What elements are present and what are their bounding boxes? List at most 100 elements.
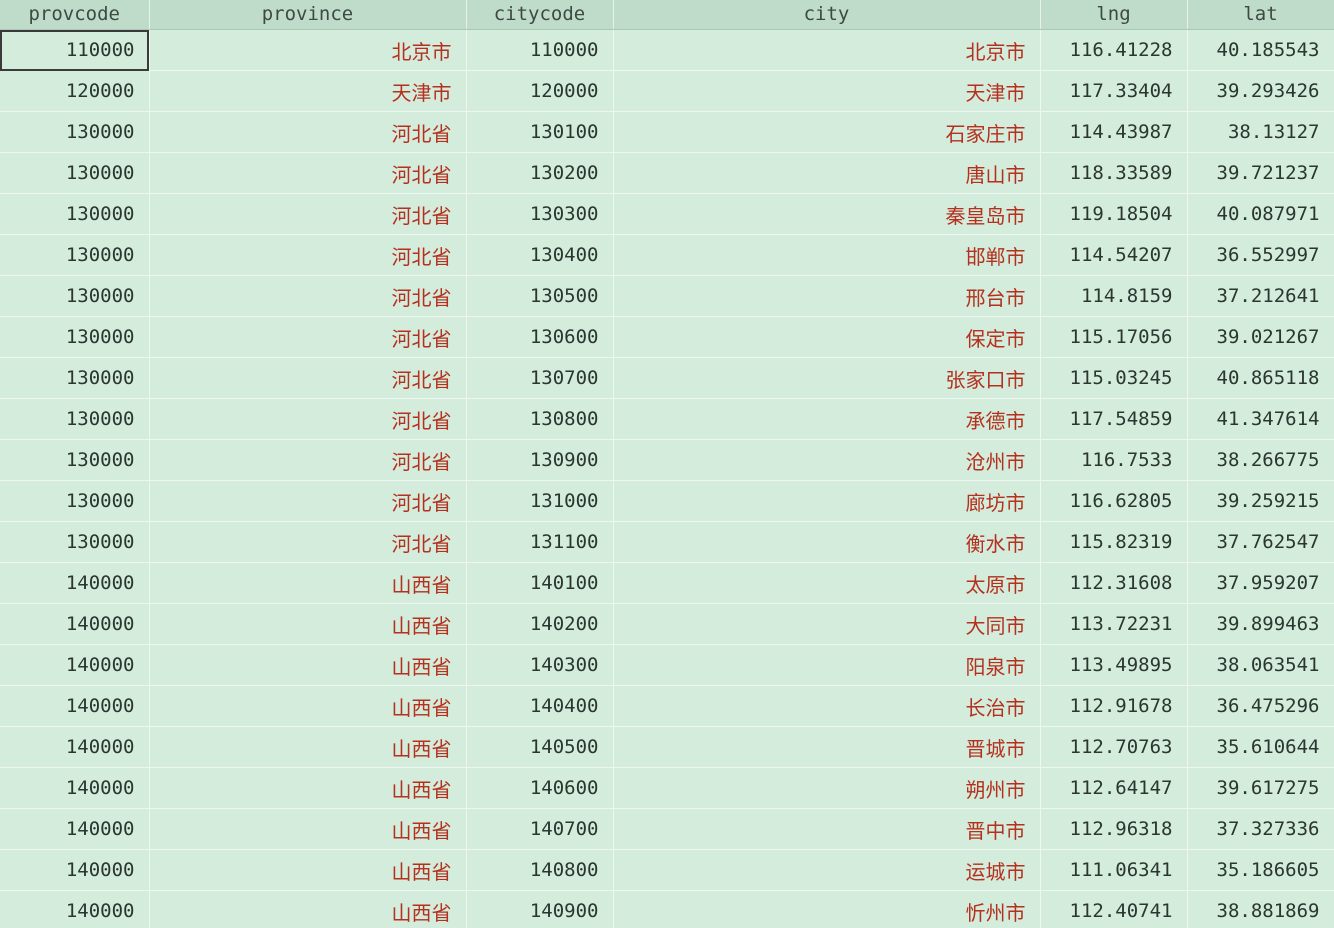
table-row[interactable]: 130000 河北省 130300 秦皇岛市 119.18504 40.087971 [0, 193, 1334, 235]
city-cell[interactable]: 沧州市 [613, 439, 1041, 481]
lng-cell[interactable]: 114.54207 [1040, 234, 1188, 276]
provcode-cell[interactable]: 140000 [0, 767, 150, 809]
citycode-cell[interactable]: 130600 [466, 316, 614, 358]
province-cell[interactable]: 山西省 [149, 644, 467, 686]
citycode-cell[interactable]: 140400 [466, 685, 614, 727]
lng-cell[interactable]: 114.8159 [1040, 275, 1188, 317]
provcode-cell[interactable]: 140000 [0, 685, 150, 727]
provcode-cell[interactable]: 140000 [0, 890, 150, 928]
lng-cell[interactable]: 111.06341 [1040, 849, 1188, 891]
citycode-cell[interactable]: 131000 [466, 480, 614, 522]
lng-cell[interactable]: 119.18504 [1040, 193, 1188, 235]
city-cell[interactable]: 张家口市 [613, 357, 1041, 399]
lng-cell[interactable]: 116.41228 [1040, 29, 1188, 71]
lat-cell[interactable]: 39.899463 [1187, 603, 1334, 645]
table-row[interactable]: 120000 天津市 120000 天津市 117.33404 39.293426 [0, 70, 1334, 112]
lat-cell[interactable]: 35.186605 [1187, 849, 1334, 891]
citycode-cell[interactable]: 110000 [466, 29, 614, 71]
table-row[interactable]: 130000 河北省 130900 沧州市 116.7533 38.266775 [0, 439, 1334, 481]
column-header-provcode[interactable]: provcode [0, 0, 150, 30]
lat-cell[interactable]: 39.721237 [1187, 152, 1334, 194]
provcode-cell[interactable]: 140000 [0, 603, 150, 645]
citycode-cell[interactable]: 140100 [466, 562, 614, 604]
table-row[interactable]: 130000 河北省 131000 廊坊市 116.62805 39.259215 [0, 480, 1334, 522]
provcode-cell[interactable]: 140000 [0, 726, 150, 768]
city-cell[interactable]: 长治市 [613, 685, 1041, 727]
province-cell[interactable]: 河北省 [149, 398, 467, 440]
province-cell[interactable]: 河北省 [149, 357, 467, 399]
province-cell[interactable]: 山西省 [149, 767, 467, 809]
table-row[interactable]: 140000 山西省 140800 运城市 111.06341 35.186605 [0, 849, 1334, 891]
lat-cell[interactable]: 40.087971 [1187, 193, 1334, 235]
province-cell[interactable]: 山西省 [149, 562, 467, 604]
province-cell[interactable]: 河北省 [149, 439, 467, 481]
lat-cell[interactable]: 40.865118 [1187, 357, 1334, 399]
table-row[interactable]: 130000 河北省 130100 石家庄市 114.43987 38.13127 [0, 111, 1334, 153]
table-row[interactable]: 130000 河北省 130800 承德市 117.54859 41.347614 [0, 398, 1334, 440]
province-cell[interactable]: 河北省 [149, 480, 467, 522]
lng-cell[interactable]: 112.40741 [1040, 890, 1188, 928]
city-cell[interactable]: 大同市 [613, 603, 1041, 645]
citycode-cell[interactable]: 130200 [466, 152, 614, 194]
table-row[interactable]: 140000 山西省 140100 太原市 112.31608 37.959207 [0, 562, 1334, 604]
province-cell[interactable]: 山西省 [149, 685, 467, 727]
lat-cell[interactable]: 38.881869 [1187, 890, 1334, 928]
table-row[interactable]: 140000 山西省 140300 阳泉市 113.49895 38.063541 [0, 644, 1334, 686]
table-row[interactable]: 110000 北京市 110000 北京市 116.41228 40.185543 [0, 29, 1334, 71]
city-cell[interactable]: 北京市 [613, 29, 1041, 71]
city-cell[interactable]: 运城市 [613, 849, 1041, 891]
citycode-cell[interactable]: 140900 [466, 890, 614, 928]
lat-cell[interactable]: 36.552997 [1187, 234, 1334, 276]
lng-cell[interactable]: 115.82319 [1040, 521, 1188, 563]
lat-cell[interactable]: 37.762547 [1187, 521, 1334, 563]
provcode-cell[interactable]: 130000 [0, 521, 150, 563]
lat-cell[interactable]: 39.293426 [1187, 70, 1334, 112]
lat-cell[interactable]: 35.610644 [1187, 726, 1334, 768]
provcode-cell[interactable]: 140000 [0, 644, 150, 686]
column-header-city[interactable]: city [613, 0, 1041, 30]
provcode-cell[interactable]: 140000 [0, 808, 150, 850]
province-cell[interactable]: 河北省 [149, 275, 467, 317]
lng-cell[interactable]: 116.7533 [1040, 439, 1188, 481]
citycode-cell[interactable]: 130300 [466, 193, 614, 235]
provcode-cell[interactable]: 140000 [0, 849, 150, 891]
provcode-cell[interactable]: 130000 [0, 152, 150, 194]
provcode-cell[interactable]: 130000 [0, 480, 150, 522]
lat-cell[interactable]: 38.266775 [1187, 439, 1334, 481]
column-header-lat[interactable]: lat [1187, 0, 1334, 30]
table-row[interactable]: 140000 山西省 140600 朔州市 112.64147 39.617275 [0, 767, 1334, 809]
table-row[interactable]: 130000 河北省 130700 张家口市 115.03245 40.865118 [0, 357, 1334, 399]
lng-cell[interactable]: 112.70763 [1040, 726, 1188, 768]
lng-cell[interactable]: 118.33589 [1040, 152, 1188, 194]
citycode-cell[interactable]: 131100 [466, 521, 614, 563]
lng-cell[interactable]: 116.62805 [1040, 480, 1188, 522]
city-cell[interactable]: 太原市 [613, 562, 1041, 604]
table-row[interactable]: 140000 山西省 140900 忻州市 112.40741 38.881869 [0, 890, 1334, 928]
citycode-cell[interactable]: 140200 [466, 603, 614, 645]
provcode-cell[interactable]: 130000 [0, 439, 150, 481]
city-cell[interactable]: 承德市 [613, 398, 1041, 440]
provcode-cell[interactable]: 140000 [0, 562, 150, 604]
lng-cell[interactable]: 113.72231 [1040, 603, 1188, 645]
table-row[interactable]: 130000 河北省 130500 邢台市 114.8159 37.212641 [0, 275, 1334, 317]
lat-cell[interactable]: 38.063541 [1187, 644, 1334, 686]
province-cell[interactable]: 河北省 [149, 521, 467, 563]
citycode-cell[interactable]: 130400 [466, 234, 614, 276]
table-row[interactable]: 140000 山西省 140200 大同市 113.72231 39.899463 [0, 603, 1334, 645]
table-row[interactable]: 140000 山西省 140700 晋中市 112.96318 37.327336 [0, 808, 1334, 850]
lng-cell[interactable]: 113.49895 [1040, 644, 1188, 686]
province-cell[interactable]: 山西省 [149, 726, 467, 768]
city-cell[interactable]: 朔州市 [613, 767, 1041, 809]
citycode-cell[interactable]: 140600 [466, 767, 614, 809]
lng-cell[interactable]: 115.03245 [1040, 357, 1188, 399]
city-cell[interactable]: 天津市 [613, 70, 1041, 112]
province-cell[interactable]: 山西省 [149, 808, 467, 850]
province-cell[interactable]: 河北省 [149, 152, 467, 194]
lat-cell[interactable]: 39.021267 [1187, 316, 1334, 358]
city-cell[interactable]: 唐山市 [613, 152, 1041, 194]
lat-cell[interactable]: 39.259215 [1187, 480, 1334, 522]
lat-cell[interactable]: 41.347614 [1187, 398, 1334, 440]
city-cell[interactable]: 秦皇岛市 [613, 193, 1041, 235]
citycode-cell[interactable]: 140700 [466, 808, 614, 850]
citycode-cell[interactable]: 130800 [466, 398, 614, 440]
